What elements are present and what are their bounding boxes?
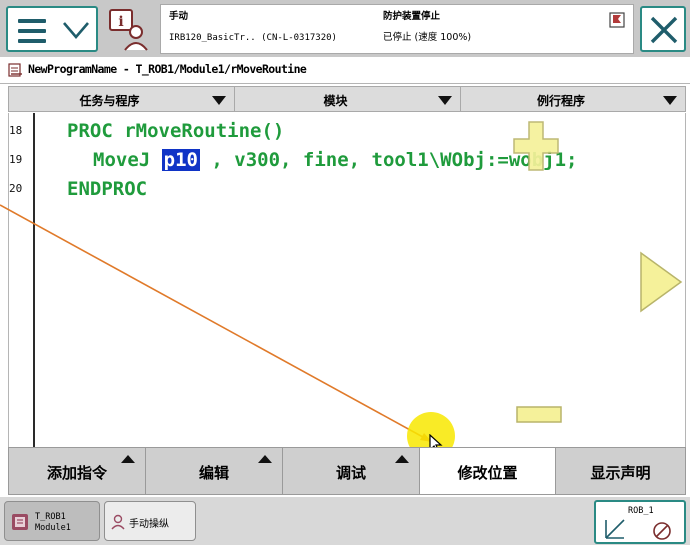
selected-argument[interactable]: p10 <box>161 149 200 171</box>
line-number: 19 <box>9 153 23 166</box>
page-title: NewProgramName - T_ROB1/Module1/rMoveRou… <box>28 62 307 76</box>
event-log-icon[interactable] <box>609 12 625 28</box>
tab-modules[interactable]: 模块 <box>234 86 460 112</box>
tab-routines[interactable]: 例行程序 <box>460 86 686 112</box>
tab-tasks-and-programs[interactable]: 任务与程序 <box>8 86 234 112</box>
speed-status: 已停止 (速度 100%) <box>383 32 472 43</box>
zoom-out-button[interactable] <box>515 404 563 426</box>
code-line[interactable]: PROC rMoveRoutine() <box>67 120 284 142</box>
code-editor[interactable]: 18 19 20 PROC rMoveRoutine() MoveJ p10 ,… <box>8 113 686 447</box>
dropdown-arrow-icon <box>438 96 452 105</box>
abb-menu-button[interactable] <box>6 6 98 52</box>
modify-position-button[interactable]: 修改位置 <box>419 447 555 495</box>
zoom-in-button[interactable] <box>512 120 560 172</box>
operator-info-icon[interactable]: i <box>106 6 152 52</box>
menu-icon <box>18 19 46 49</box>
taskbar: T_ROB1 Module1 手动操纵 <box>0 497 690 545</box>
status-panel[interactable]: 手动 IRB120_BasicTr.. (CN-L-0317320) 防护装置停… <box>160 4 634 54</box>
module-name: Module1 <box>35 523 71 533</box>
coordinate-axes-icon <box>605 519 671 540</box>
button-label: 修改位置 <box>457 464 518 482</box>
tab-label: 模块 <box>323 94 348 108</box>
add-instruction-button[interactable]: 添加指令 <box>8 447 145 495</box>
status-bar: i 手动 IRB120_BasicTr.. (CN-L-0317320) 防护装… <box>0 0 690 57</box>
plus-icon <box>513 121 559 171</box>
taskbar-item-program-editor[interactable]: T_ROB1 Module1 <box>4 501 100 541</box>
operation-mode: 手动 <box>169 11 189 22</box>
dropdown-arrow-icon <box>663 96 677 105</box>
quickset-button[interactable]: ROB_1 <box>594 500 686 544</box>
triangle-right-icon <box>640 251 683 313</box>
svg-text:i: i <box>118 14 123 30</box>
line-number: 20 <box>9 182 23 195</box>
tab-label: 任务与程序 <box>79 94 140 108</box>
taskbar-item-jogging[interactable]: 手动操纵 <box>104 501 196 541</box>
button-label: 调试 <box>335 464 366 482</box>
code-line[interactable]: ENDPROC <box>67 178 147 200</box>
button-label: 编辑 <box>198 464 229 482</box>
controller-name: IRB120_BasicTr.. (CN-L-0317320) <box>169 33 337 43</box>
edit-button[interactable]: 编辑 <box>145 447 282 495</box>
task-name: T_ROB1 <box>35 512 66 522</box>
line-number: 18 <box>9 124 23 137</box>
menu-up-arrow-icon <box>395 455 409 463</box>
button-label: 添加指令 <box>46 464 107 482</box>
line-number-gutter: 18 19 20 <box>9 113 35 447</box>
dropdown-arrow-icon <box>212 96 226 105</box>
menu-up-arrow-icon <box>121 455 135 463</box>
task-label: 手动操纵 <box>129 519 169 530</box>
button-label: 显示声明 <box>590 464 651 482</box>
debug-button[interactable]: 调试 <box>282 447 419 495</box>
tab-label: 例行程序 <box>536 94 585 108</box>
code-text: ENDPROC <box>67 178 148 200</box>
program-editor-icon <box>12 514 28 530</box>
guard-status: 防护装置停止 <box>383 11 441 22</box>
program-editor-icon <box>8 63 22 77</box>
scroll-right-button[interactable] <box>638 250 684 314</box>
close-icon <box>650 16 678 44</box>
jogging-icon <box>111 514 125 530</box>
show-declaration-button[interactable]: 显示声明 <box>555 447 686 495</box>
code-line[interactable]: MoveJ p10 , v300, fine, tool1\WObj:=wobj… <box>93 149 577 171</box>
code-text: MoveJ <box>93 149 162 171</box>
menu-up-arrow-icon <box>258 455 272 463</box>
code-text: PROC rMoveRoutine() <box>67 120 285 142</box>
command-bar: 添加指令 编辑 调试 修改位置 显示声明 <box>8 447 686 495</box>
editor-tabs: 任务与程序 模块 例行程序 <box>8 86 686 112</box>
chevron-down-icon <box>63 22 89 39</box>
minus-icon <box>516 406 562 423</box>
breadcrumb: NewProgramName - T_ROB1/Module1/rMoveRou… <box>0 57 690 84</box>
close-button[interactable] <box>640 6 686 52</box>
